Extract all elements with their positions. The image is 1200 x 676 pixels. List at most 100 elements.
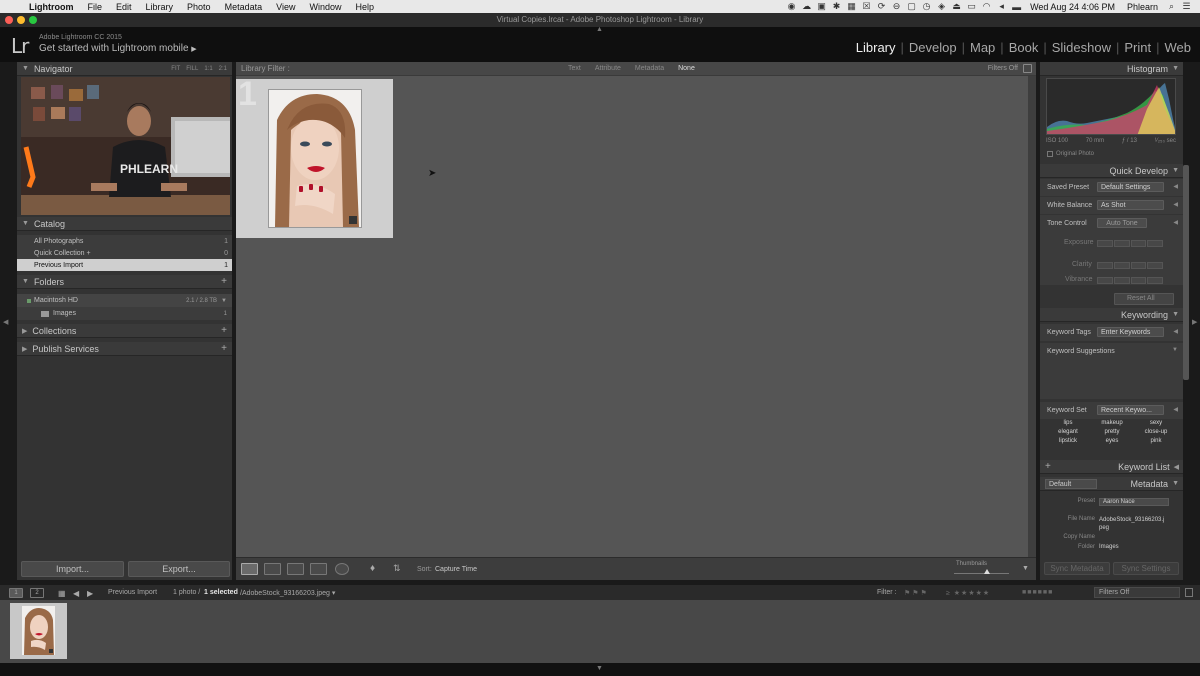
folder-images[interactable]: Images 1 bbox=[17, 307, 232, 320]
zoom-window-icon[interactable] bbox=[29, 16, 37, 24]
grid-icon[interactable]: ▦ bbox=[58, 589, 66, 598]
filter-none[interactable]: None bbox=[678, 65, 695, 72]
expand-arrow-icon[interactable]: ◀ bbox=[1173, 328, 1178, 335]
minimize-window-icon[interactable] bbox=[17, 16, 25, 24]
drive-menu-icon[interactable]: ▼ bbox=[221, 298, 227, 304]
lightroom-mobile-link[interactable]: Get started with Lightroom mobile ▶ bbox=[39, 43, 197, 54]
people-view-icon[interactable] bbox=[335, 563, 349, 575]
sync-metadata-button[interactable]: Sync Metadata bbox=[1044, 562, 1110, 575]
volume-icon[interactable]: ◂ bbox=[994, 1, 1009, 12]
add-collection-icon[interactable]: + bbox=[221, 325, 227, 336]
color-label-filter[interactable]: ■■■■■■ bbox=[1022, 589, 1053, 596]
bluetooth-icon[interactable]: ✱ bbox=[829, 1, 844, 12]
zoom-fill[interactable]: FILL bbox=[186, 66, 198, 72]
white-balance-select[interactable]: As Shot bbox=[1097, 200, 1164, 210]
menu-photo[interactable]: Photo bbox=[180, 2, 218, 12]
collapse-arrow-icon[interactable]: ▼ bbox=[1172, 347, 1178, 353]
filmstrip-filter-select[interactable]: Filters Off bbox=[1094, 587, 1180, 598]
catalog-previous-import[interactable]: Previous Import 1 bbox=[17, 259, 232, 271]
menu-help[interactable]: Help bbox=[348, 2, 381, 12]
filter-attribute[interactable]: Attribute bbox=[595, 65, 621, 72]
wifi-icon[interactable]: ◠ bbox=[979, 1, 994, 12]
add-publish-service-icon[interactable]: + bbox=[221, 343, 227, 354]
painter-icon[interactable]: ♦ bbox=[370, 563, 375, 574]
filter-text[interactable]: Text bbox=[568, 65, 581, 72]
box-icon[interactable]: ▢ bbox=[904, 1, 919, 12]
file-name-value[interactable]: AdobeStock_93166203.jpeg bbox=[1099, 516, 1165, 532]
catalog-header[interactable]: ▼ Catalog bbox=[17, 217, 232, 231]
keyword-item[interactable]: lipstick bbox=[1046, 438, 1090, 444]
module-map[interactable]: Map bbox=[967, 40, 998, 55]
module-slideshow[interactable]: Slideshow bbox=[1049, 40, 1114, 55]
spotlight-icon[interactable]: ⌕ bbox=[1164, 1, 1179, 12]
module-print[interactable]: Print bbox=[1121, 40, 1154, 55]
metadata-header[interactable]: Default Metadata ▼ bbox=[1040, 477, 1183, 491]
zoom-1-1[interactable]: 1:1 bbox=[204, 66, 212, 72]
battery-icon[interactable]: ▬ bbox=[1009, 2, 1024, 12]
loupe-view-icon[interactable] bbox=[264, 563, 281, 575]
zoom-2-1[interactable]: 2:1 bbox=[219, 66, 227, 72]
zoom-fit[interactable]: FIT bbox=[171, 66, 180, 72]
camera-icon[interactable]: ▣ bbox=[814, 1, 829, 12]
eject-icon[interactable]: ⏏ bbox=[949, 1, 964, 12]
module-web[interactable]: Web bbox=[1162, 40, 1195, 55]
grid-scrollbar[interactable] bbox=[1028, 76, 1036, 557]
survey-view-icon[interactable] bbox=[310, 563, 327, 575]
auto-tone-button[interactable]: Auto Tone bbox=[1097, 218, 1147, 228]
filmstrip-source[interactable]: Previous Import bbox=[108, 589, 157, 596]
filmstrip[interactable] bbox=[0, 600, 1200, 663]
keyword-item[interactable]: sexy bbox=[1134, 420, 1178, 426]
pause-icon[interactable]: ⊖ bbox=[889, 1, 904, 12]
screen-2-button[interactable]: 2 bbox=[30, 588, 44, 598]
folders-header[interactable]: ▼ Folders + bbox=[17, 275, 232, 289]
right-panel-toggle-icon[interactable]: ▶ bbox=[1192, 318, 1197, 326]
airplay-icon[interactable]: ▭ bbox=[964, 1, 979, 12]
grid-icon[interactable]: ▦ bbox=[844, 1, 859, 12]
collections-header[interactable]: ▶ Collections + bbox=[17, 324, 232, 338]
folder-value[interactable]: Images bbox=[1099, 544, 1169, 550]
menu-library[interactable]: Library bbox=[139, 2, 181, 12]
module-develop[interactable]: Develop bbox=[906, 40, 960, 55]
record-icon[interactable]: ◉ bbox=[784, 1, 799, 12]
saved-preset-select[interactable]: Default Settings bbox=[1097, 182, 1164, 192]
filmstrip-toggle-icon[interactable]: ▼ bbox=[596, 665, 603, 672]
sync-settings-button[interactable]: Sync Settings bbox=[1113, 562, 1179, 575]
selected-file[interactable]: /AdobeStock_93166203.jpeg ▾ bbox=[240, 589, 335, 597]
close-window-icon[interactable] bbox=[5, 16, 13, 24]
add-keyword-icon[interactable]: + bbox=[1045, 461, 1051, 472]
menu-file[interactable]: File bbox=[81, 2, 110, 12]
screen-1-button[interactable]: 1 bbox=[9, 588, 23, 598]
catalog-quick-collection[interactable]: Quick Collection + 0 bbox=[17, 247, 232, 259]
lock-icon[interactable] bbox=[1023, 64, 1032, 73]
menu-metadata[interactable]: Metadata bbox=[218, 2, 270, 12]
filter-lock-icon[interactable] bbox=[1185, 588, 1193, 597]
expand-arrow-icon[interactable]: ◀ bbox=[1173, 183, 1178, 190]
module-book[interactable]: Book bbox=[1006, 40, 1042, 55]
thumbnail-size-slider[interactable] bbox=[954, 573, 1009, 574]
user-name[interactable]: Phlearn bbox=[1121, 2, 1164, 12]
compare-view-icon[interactable] bbox=[287, 563, 304, 575]
thumbnail-slider-knob[interactable] bbox=[984, 569, 990, 574]
grid-view-icon[interactable] bbox=[241, 563, 258, 575]
keyword-tags-select[interactable]: Enter Keywords bbox=[1097, 327, 1164, 337]
left-panel-toggle-icon[interactable]: ◀ bbox=[3, 318, 8, 326]
keyword-item[interactable]: elegant bbox=[1046, 429, 1090, 435]
keyword-item[interactable]: makeup bbox=[1090, 420, 1134, 426]
sync-icon[interactable]: ⟳ bbox=[874, 1, 889, 12]
catalog-all-photographs[interactable]: All Photographs 1 bbox=[17, 235, 232, 247]
menu-edit[interactable]: Edit bbox=[109, 2, 139, 12]
sort-direction-icon[interactable]: ⇅ bbox=[393, 563, 401, 574]
grid-cell[interactable]: 1 bbox=[236, 75, 393, 238]
menu-window[interactable]: Window bbox=[302, 2, 348, 12]
menu-app[interactable]: Lightroom bbox=[22, 2, 81, 12]
clock[interactable]: Wed Aug 24 4:06 PM bbox=[1024, 2, 1121, 12]
keyword-item[interactable]: pink bbox=[1134, 438, 1178, 444]
filter-presets[interactable]: Filters Off bbox=[988, 65, 1018, 72]
reset-all-button[interactable]: Reset All bbox=[1114, 293, 1174, 305]
original-photo-toggle[interactable]: Original Photo bbox=[1047, 151, 1094, 157]
toolbar-menu-icon[interactable]: ▼ bbox=[1022, 565, 1029, 572]
star-rating-filter[interactable]: ≥ ★★★★★ bbox=[946, 589, 990, 597]
clarity-steppers[interactable] bbox=[1097, 262, 1163, 269]
app-icon[interactable]: ◈ bbox=[934, 1, 949, 12]
expand-arrow-icon[interactable]: ◀ bbox=[1173, 406, 1178, 413]
